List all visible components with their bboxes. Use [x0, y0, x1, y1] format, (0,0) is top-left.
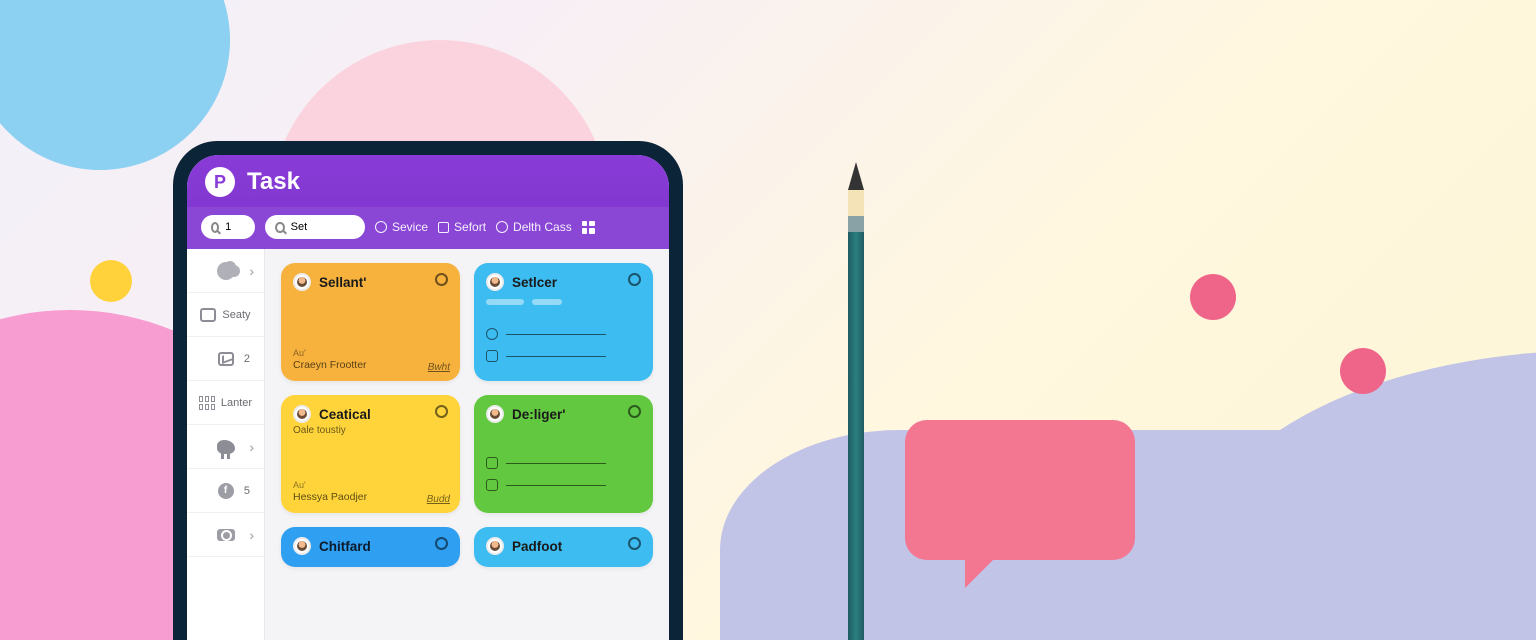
avatar-icon — [486, 537, 504, 555]
card-title: Setlcer — [512, 275, 557, 290]
card-status-ring-icon[interactable] — [435, 273, 448, 286]
avatar-icon — [293, 405, 311, 423]
app-logo-icon[interactable]: P — [205, 167, 235, 197]
card-title: Sellant' — [319, 275, 366, 290]
search-pill-1[interactable] — [201, 215, 255, 239]
sidebar-label: Seaty — [222, 309, 250, 321]
search-icon — [275, 222, 285, 233]
app-header: P Task — [187, 155, 669, 207]
filter-option-sevice[interactable]: Sevice — [375, 220, 428, 234]
bg-blob-blue — [0, 0, 230, 170]
filter-label: Sevice — [392, 220, 428, 234]
card-subtitle: Oale toustiy — [293, 425, 448, 436]
filter-label: Sefort — [454, 220, 486, 234]
sidebar-item-badge[interactable]: f5 — [187, 469, 264, 513]
note-icon — [486, 479, 498, 491]
filter-option-delth-cass[interactable]: Delth Cass — [496, 220, 572, 234]
card-deliger[interactable]: De:liger' — [474, 395, 653, 513]
card-padfoot[interactable]: Padfoot — [474, 527, 653, 567]
app-screen: P Task Sevice Sefort Delth Cass — [187, 155, 669, 640]
calendar-icon — [200, 308, 216, 322]
checkbox-icon — [438, 222, 449, 233]
camera-icon — [217, 529, 235, 541]
card-stamp: Budd — [427, 494, 450, 505]
card-status-ring-icon[interactable] — [628, 405, 641, 418]
filter-label: Delth Cass — [513, 220, 572, 234]
owner-name: Hessya Paodjer — [293, 491, 448, 503]
grid-view-icon[interactable] — [582, 221, 595, 234]
sidebar-item-0[interactable] — [187, 249, 264, 293]
search-input-2[interactable] — [291, 221, 355, 233]
avatar-icon — [486, 273, 504, 291]
chart-icon — [218, 352, 234, 366]
app-title: Task — [247, 168, 300, 196]
sidebar: Seaty 2 Lanter f5 — [187, 249, 265, 640]
badge-icon: f — [218, 483, 234, 499]
bg-dot-yellow — [90, 260, 132, 302]
tablet-frame: P Task Sevice Sefort Delth Cass — [173, 141, 683, 640]
owner-label: Au' — [293, 348, 448, 358]
card-title: Padfoot — [512, 539, 562, 554]
placeholder-line — [506, 356, 606, 357]
placeholder-line — [506, 485, 606, 486]
search-pill-2[interactable] — [265, 215, 365, 239]
card-status-ring-icon[interactable] — [628, 273, 641, 286]
checkbox-icon — [486, 457, 498, 469]
filter-option-sefort[interactable]: Sefort — [438, 220, 486, 234]
avatar-icon — [486, 405, 504, 423]
app-body: Seaty 2 Lanter f5 Sellant' Au' Craeyn Fr — [187, 249, 669, 640]
search-icon — [211, 222, 219, 233]
radio-icon — [375, 221, 387, 233]
filter-bar: Sevice Sefort Delth Cass — [187, 207, 669, 249]
bg-dot-pink-2 — [1340, 348, 1386, 394]
card-board: Sellant' Au' Craeyn Frootter Bwht Setlce… — [265, 249, 669, 640]
sidebar-item-chart[interactable]: 2 — [187, 337, 264, 381]
card-setlcer[interactable]: Setlcer — [474, 263, 653, 381]
pencil-illustration — [848, 162, 864, 640]
avatar-icon — [293, 537, 311, 555]
search-input-1[interactable] — [225, 221, 245, 233]
sidebar-count: 2 — [244, 353, 250, 365]
radio-icon — [496, 221, 508, 233]
owner-label: Au' — [293, 480, 448, 490]
sidebar-label: Lanter — [221, 397, 252, 409]
sidebar-count: 5 — [244, 485, 250, 497]
card-status-ring-icon[interactable] — [628, 537, 641, 550]
sidebar-item-animal[interactable] — [187, 425, 264, 469]
sidebar-item-lanter[interactable]: Lanter — [187, 381, 264, 425]
sidebar-item-camera[interactable] — [187, 513, 264, 557]
card-sellant[interactable]: Sellant' Au' Craeyn Frootter Bwht — [281, 263, 460, 381]
card-ceatical[interactable]: Ceatical Oale toustiy Au' Hessya Paodjer… — [281, 395, 460, 513]
animal-icon — [217, 440, 235, 454]
sidebar-item-seaty[interactable]: Seaty — [187, 293, 264, 337]
card-title: Chitfard — [319, 539, 371, 554]
placeholder-line — [532, 299, 562, 305]
cloud-icon — [217, 262, 235, 280]
card-title: De:liger' — [512, 407, 565, 422]
grid-icon — [199, 396, 215, 410]
bullet-icon — [486, 328, 498, 340]
card-title: Ceatical — [319, 407, 371, 422]
checkbox-icon — [486, 350, 498, 362]
placeholder-line — [506, 334, 606, 335]
card-status-ring-icon[interactable] — [435, 405, 448, 418]
speech-bubble-illustration — [905, 420, 1135, 560]
card-status-ring-icon[interactable] — [435, 537, 448, 550]
card-chitfard[interactable]: Chitfard — [281, 527, 460, 567]
bg-dot-pink-1 — [1190, 274, 1236, 320]
placeholder-line — [506, 463, 606, 464]
avatar-icon — [293, 273, 311, 291]
placeholder-line — [486, 299, 524, 305]
card-stamp: Bwht — [428, 362, 450, 373]
owner-name: Craeyn Frootter — [293, 359, 448, 371]
